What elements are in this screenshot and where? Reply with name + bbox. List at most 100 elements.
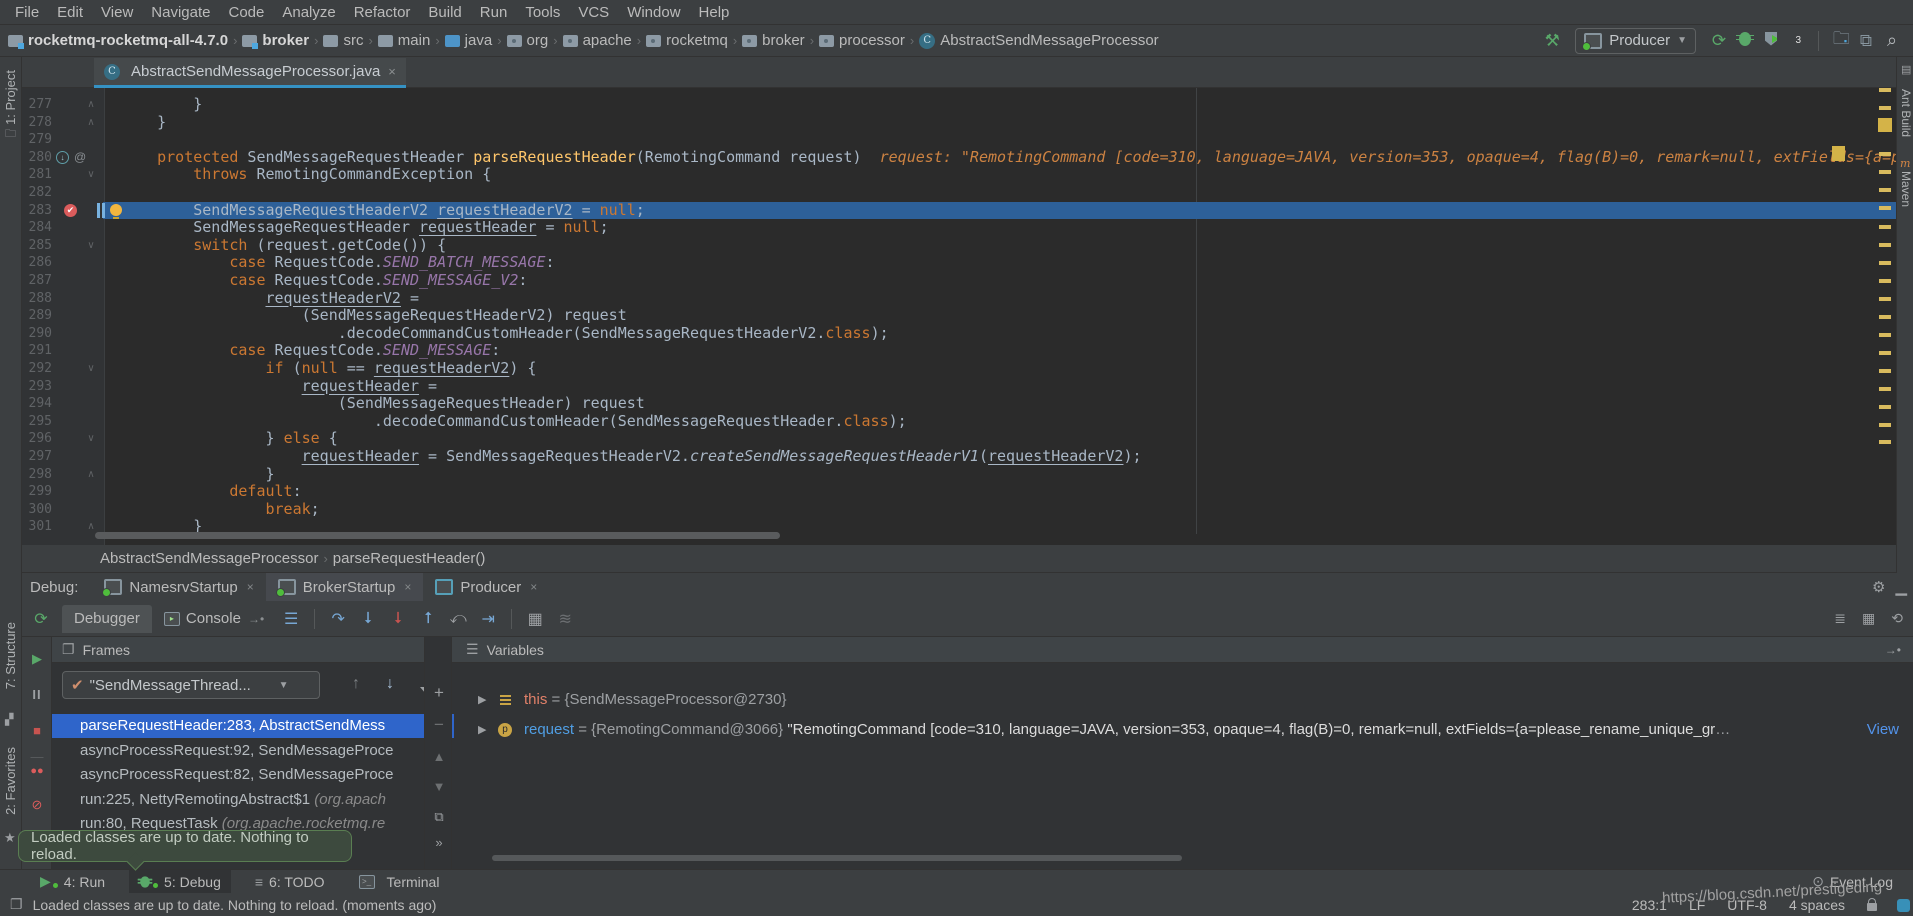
status-message[interactable]: Loaded classes are up to date. Nothing t… bbox=[33, 897, 437, 913]
line-number[interactable]: 301 bbox=[22, 518, 52, 536]
preview-icon[interactable]: ⧉ bbox=[1853, 31, 1879, 51]
structure-toolwindow-button[interactable]: 7: Structure bbox=[3, 622, 18, 689]
step-into-icon[interactable]: ⭣ bbox=[353, 610, 383, 628]
stop-debug-icon[interactable]: ■ bbox=[22, 723, 52, 738]
variable-row[interactable]: ▶this = {SendMessageProcessor@2730} bbox=[452, 686, 1913, 714]
more-icon[interactable]: » bbox=[425, 835, 453, 850]
code-line-289[interactable]: 289 (SendMessageRequestHeaderV2) request bbox=[22, 307, 1876, 325]
line-number[interactable]: 284 bbox=[22, 219, 52, 237]
coverage-shield-icon[interactable] bbox=[1758, 31, 1784, 51]
code-line-284[interactable]: 284 SendMessageRequestHeader requestHead… bbox=[22, 219, 1876, 237]
nav-crumb[interactable]: processor bbox=[819, 32, 905, 49]
view-value-link[interactable]: View bbox=[1867, 716, 1899, 744]
nav-crumb[interactable]: org bbox=[507, 32, 549, 49]
line-number[interactable]: 298 bbox=[22, 466, 52, 484]
project-structure-icon[interactable]: 🗀▪ bbox=[1827, 26, 1853, 55]
error-stripe-mark[interactable] bbox=[1879, 351, 1891, 355]
toolwindow-button-run[interactable]: ▶4: Run bbox=[30, 870, 115, 894]
line-number[interactable]: 290 bbox=[22, 325, 52, 343]
debug-session-tab-producer[interactable]: Producer× bbox=[423, 573, 549, 601]
lock-icon[interactable] bbox=[1867, 903, 1877, 911]
breadcrumb-method[interactable]: parseRequestHeader() bbox=[333, 550, 486, 567]
drop-frame-icon[interactable]: ⤺ bbox=[443, 610, 473, 628]
error-stripe-mark[interactable] bbox=[1879, 423, 1891, 427]
menu-item-run[interactable]: Run bbox=[471, 4, 517, 21]
close-icon[interactable]: × bbox=[247, 580, 254, 594]
run-config-selector[interactable]: Producer ▼ bbox=[1575, 28, 1696, 54]
nav-crumb[interactable]: src bbox=[323, 32, 363, 49]
line-number[interactable]: 291 bbox=[22, 342, 52, 360]
error-stripe-mark[interactable] bbox=[1879, 106, 1891, 110]
line-number[interactable]: 288 bbox=[22, 290, 52, 308]
nav-crumb[interactable]: apache bbox=[563, 32, 632, 49]
code-line-296[interactable]: 296∨ } else { bbox=[22, 430, 1876, 448]
line-number[interactable]: 281 bbox=[22, 166, 52, 184]
stack-frame-row[interactable]: parseRequestHeader:283, AbstractSendMess bbox=[52, 714, 454, 738]
fold-marker-icon[interactable]: ∨ bbox=[84, 237, 98, 255]
toolwindow-button-todo[interactable]: ≡6: TODO bbox=[245, 870, 335, 894]
error-stripe-mark[interactable] bbox=[1879, 440, 1891, 444]
rerun-debug-icon[interactable]: ⟳ bbox=[26, 609, 56, 629]
error-stripe-square[interactable] bbox=[1878, 118, 1892, 132]
view-breakpoints-icon[interactable]: ●● bbox=[22, 765, 52, 777]
pause-icon[interactable]: II bbox=[22, 687, 52, 702]
line-number[interactable]: 283 bbox=[22, 202, 52, 220]
error-stripe-mark[interactable] bbox=[1879, 88, 1891, 92]
debug-session-tab-namesrvstartup[interactable]: NamesrvStartup× bbox=[92, 573, 265, 601]
toolwindow-button-terminal[interactable]: >_Terminal bbox=[349, 870, 450, 894]
hide-variables-icon[interactable]: →• bbox=[1885, 643, 1901, 657]
variable-row[interactable]: ▶prequest = {RemotingCommand@3066} "Remo… bbox=[452, 716, 1913, 744]
duplicate-watch-icon[interactable]: ⧉ bbox=[425, 809, 453, 825]
close-icon[interactable]: × bbox=[404, 580, 411, 594]
toolwindow-switcher-icon[interactable]: ❐ bbox=[10, 896, 23, 913]
code-line-277[interactable]: 277∧ } bbox=[22, 96, 1876, 114]
code-line-282[interactable]: 282 bbox=[22, 184, 1876, 202]
editor-tab[interactable]: C AbstractSendMessageProcessor.java × bbox=[94, 58, 406, 88]
code-line-281[interactable]: 281∨ throws RemotingCommandException { bbox=[22, 166, 1876, 184]
remove-watch-icon[interactable]: − bbox=[425, 715, 453, 735]
rerun-icon[interactable]: ⟳ bbox=[1706, 31, 1732, 51]
code-line-300[interactable]: 300 break; bbox=[22, 501, 1876, 519]
editor-horizontal-scrollbar[interactable] bbox=[95, 532, 780, 539]
move-down-icon[interactable]: ▼ bbox=[425, 779, 453, 794]
code-line-285[interactable]: 285∨ switch (request.getCode()) { bbox=[22, 237, 1876, 255]
fold-marker-icon[interactable]: ∧ bbox=[84, 96, 98, 114]
trace-settings-icon[interactable]: ≋ bbox=[550, 609, 580, 629]
menu-item-analyze[interactable]: Analyze bbox=[273, 4, 344, 21]
code-line-297[interactable]: 297 requestHeader = SendMessageRequestHe… bbox=[22, 448, 1876, 466]
line-number[interactable]: 282 bbox=[22, 184, 52, 202]
menu-item-vcs[interactable]: VCS bbox=[569, 4, 618, 21]
menu-item-view[interactable]: View bbox=[92, 4, 142, 21]
code-line-286[interactable]: 286 case RequestCode.SEND_BATCH_MESSAGE: bbox=[22, 254, 1876, 272]
frame-down-icon[interactable]: ↓ bbox=[386, 675, 394, 693]
line-number[interactable]: 278 bbox=[22, 114, 52, 132]
evaluate-expression-icon[interactable]: ▦ bbox=[520, 609, 550, 629]
expand-arrow-icon[interactable]: ▶ bbox=[478, 716, 486, 744]
view-options-icon[interactable]: ≣ bbox=[1834, 610, 1846, 627]
build-hammer-icon[interactable]: ⚒ bbox=[1539, 31, 1565, 51]
tab-console[interactable]: ▸Console→• bbox=[152, 605, 276, 633]
menu-item-refactor[interactable]: Refactor bbox=[345, 4, 420, 21]
error-stripe-mark[interactable] bbox=[1879, 188, 1891, 192]
resume-icon[interactable]: ▶ bbox=[22, 651, 52, 667]
nav-crumb[interactable]: main bbox=[378, 32, 431, 49]
expand-arrow-icon[interactable]: ▶ bbox=[478, 686, 486, 714]
line-number[interactable]: 294 bbox=[22, 395, 52, 413]
code-line-298[interactable]: 298∧ } bbox=[22, 466, 1876, 484]
nav-crumb[interactable]: java bbox=[445, 32, 493, 49]
line-number[interactable]: 297 bbox=[22, 448, 52, 466]
code-line-278[interactable]: 278∧ } bbox=[22, 114, 1876, 132]
notification-balloon[interactable]: Loaded classes are up to date. Nothing t… bbox=[18, 830, 352, 862]
notification-corner-icon[interactable] bbox=[1897, 899, 1910, 912]
line-number[interactable]: 287 bbox=[22, 272, 52, 290]
menu-item-window[interactable]: Window bbox=[618, 4, 689, 21]
mute-breakpoints-icon[interactable]: ⊘ bbox=[22, 797, 52, 813]
code-line-287[interactable]: 287 case RequestCode.SEND_MESSAGE_V2: bbox=[22, 272, 1876, 290]
stack-frame-row[interactable]: asyncProcessRequest:92, SendMessageProce bbox=[52, 739, 454, 763]
nav-crumb[interactable]: CAbstractSendMessageProcessor bbox=[919, 32, 1158, 49]
error-stripe-mark[interactable] bbox=[1879, 315, 1891, 319]
layout-grid-icon[interactable]: ▦ bbox=[1862, 610, 1875, 627]
restore-layout-icon[interactable]: ⟲ bbox=[1891, 610, 1903, 627]
layout-settings-icon[interactable]: ☰ bbox=[276, 609, 306, 629]
line-number[interactable]: 285 bbox=[22, 237, 52, 255]
